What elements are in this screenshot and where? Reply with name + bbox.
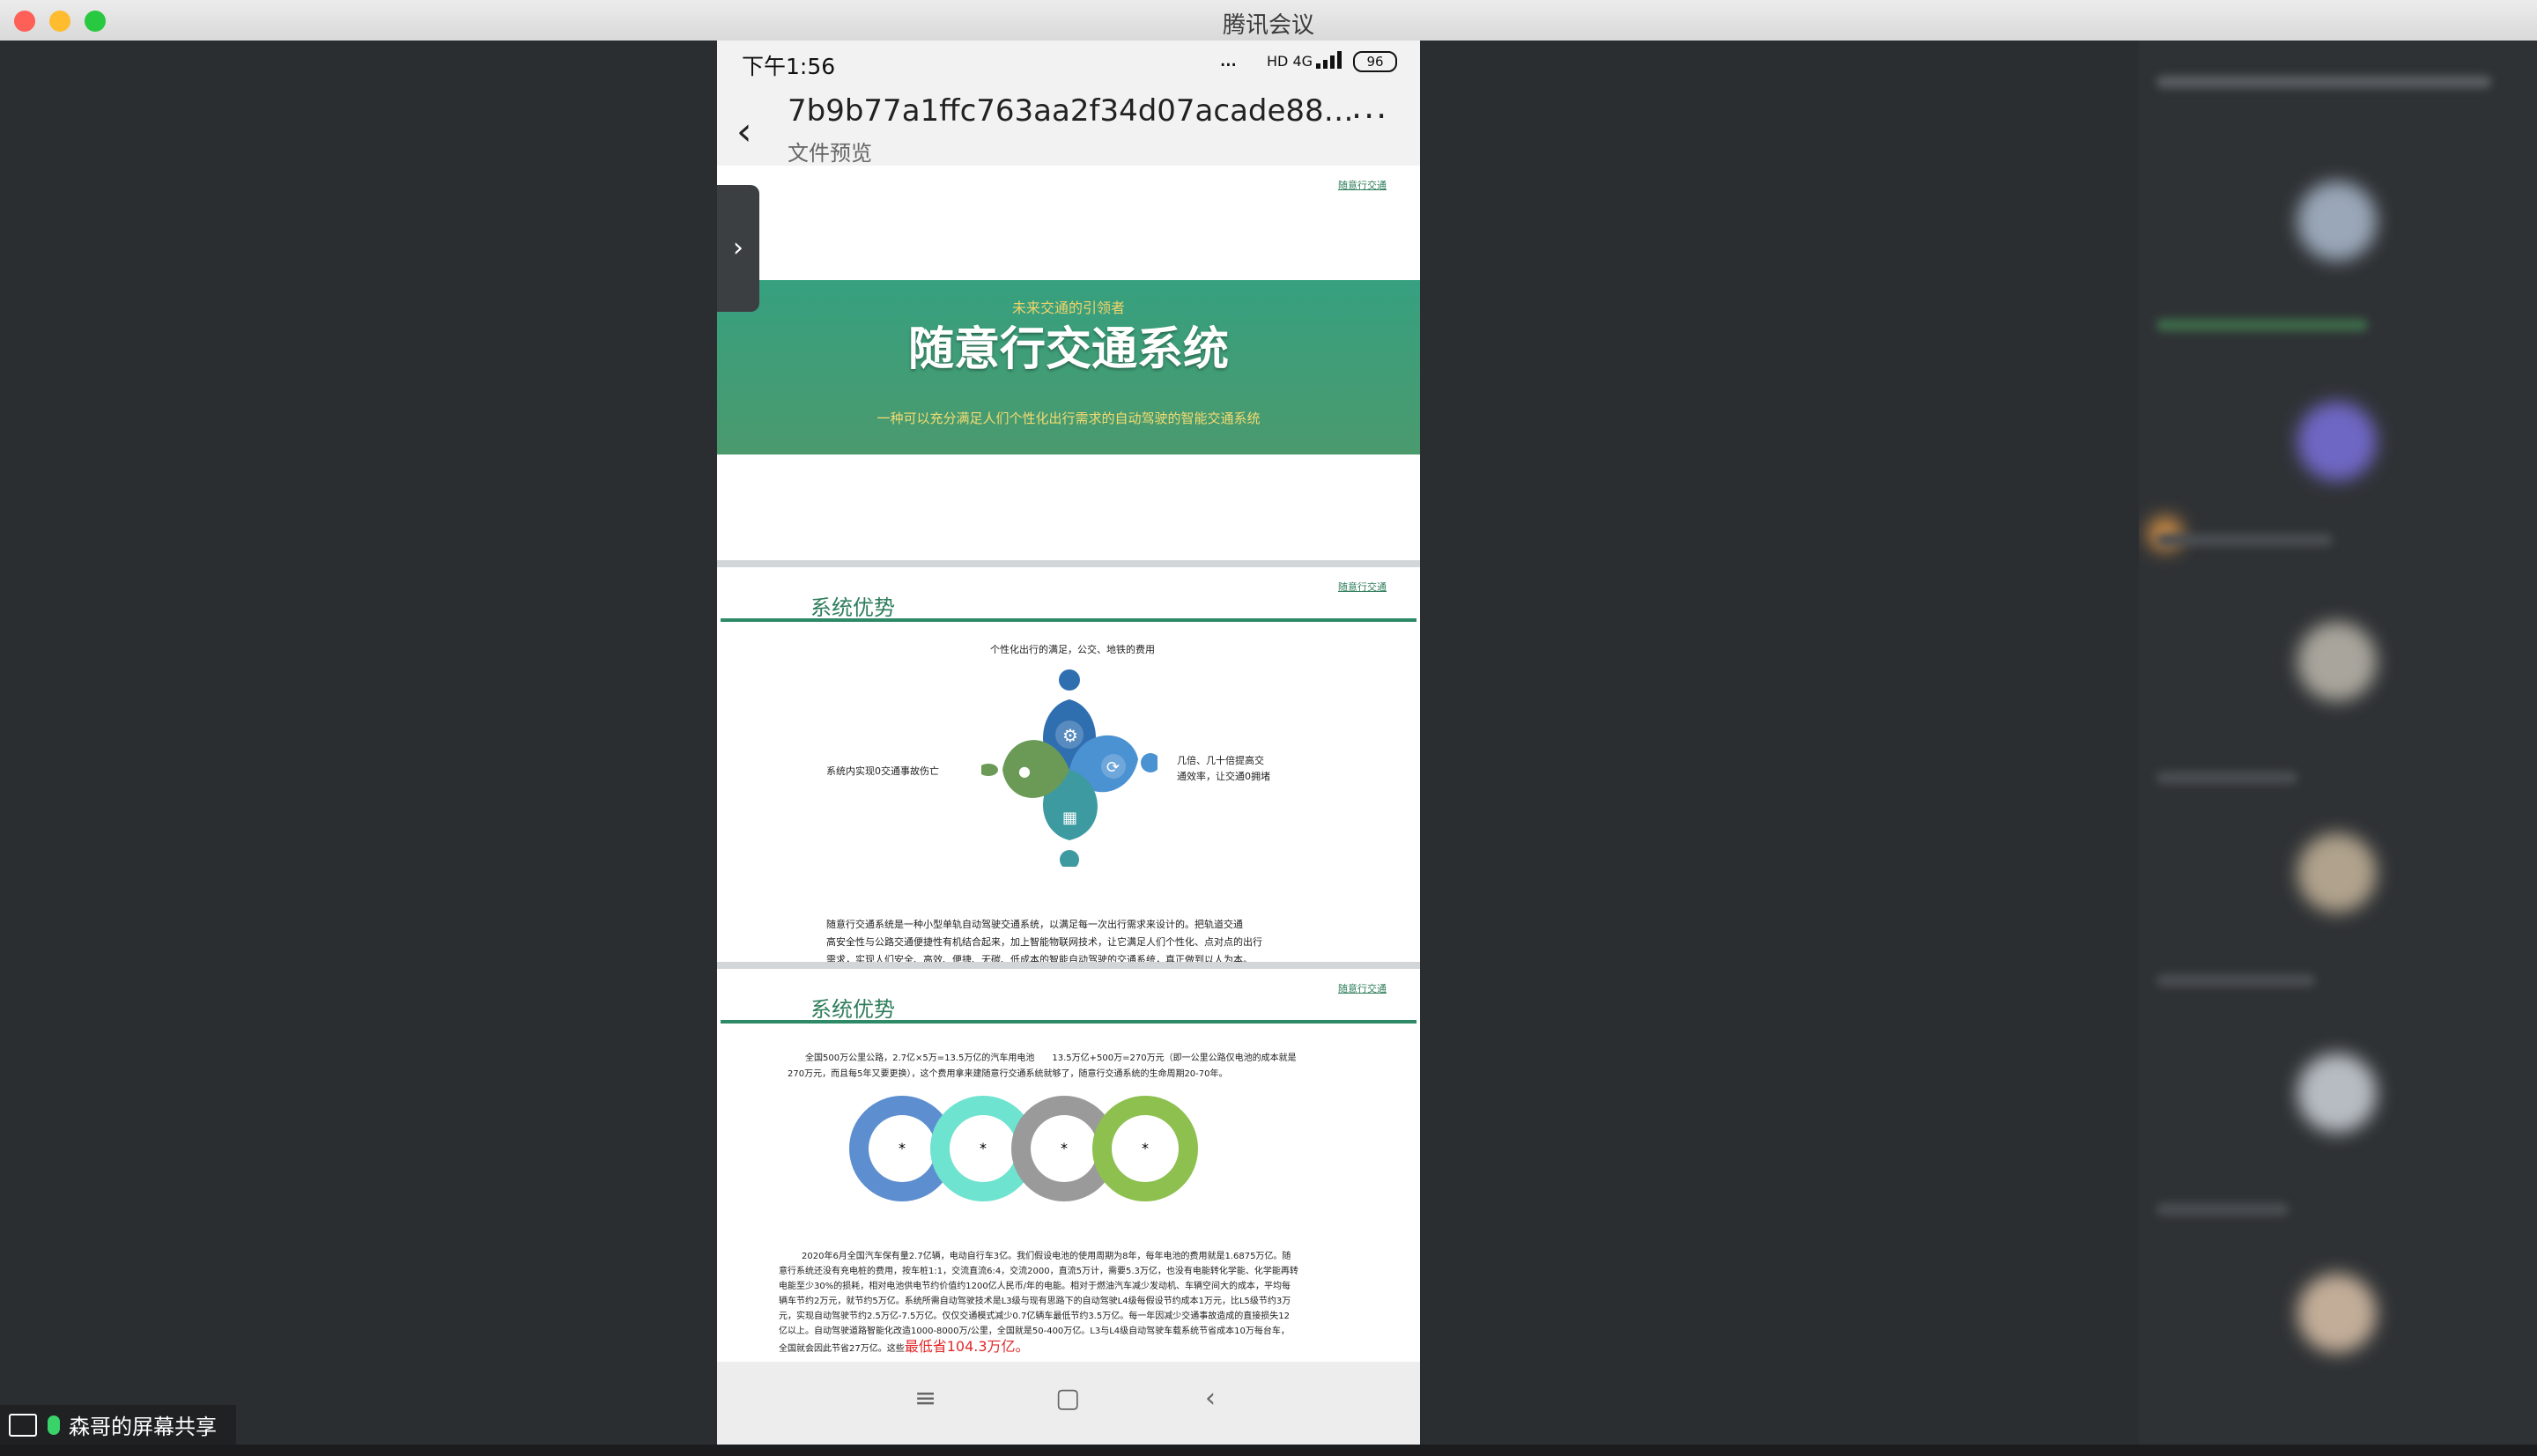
- slide-divider: [717, 962, 1420, 969]
- status-time: 下午1:56: [742, 54, 836, 79]
- participant-name: [2156, 974, 2315, 987]
- participant-name: [2156, 1203, 2289, 1216]
- avatar: [2297, 402, 2377, 481]
- window-titlebar: 腾讯会议: [0, 0, 2537, 41]
- phone-navigation-bar: ≡ ▢ ‹: [717, 1362, 1420, 1445]
- ring-2-label: *: [950, 1115, 1017, 1182]
- svg-text:⟳: ⟳: [1106, 758, 1120, 777]
- back-icon[interactable]: ‹: [736, 109, 752, 154]
- status-dots: ...: [1219, 46, 1238, 72]
- screen-share-indicator[interactable]: 森哥的屏幕共享: [0, 1405, 236, 1445]
- window-title: 腾讯会议: [1222, 12, 1314, 39]
- body-line-7-text: 全国就会因此节省27万亿。这些: [779, 1344, 905, 1354]
- ring-diagram: * * * *: [849, 1096, 1198, 1208]
- advantage-paragraph-line-2: 高安全性与公路交通便捷性有机结合起来，加上智能物联网技术，让它满足人们个性化、点…: [826, 936, 1262, 948]
- expand-panel-button[interactable]: ›: [717, 185, 759, 312]
- phone-status-bar: 下午1:56 ... HD 4G 96: [717, 41, 1420, 85]
- svg-text:⚙: ⚙: [1062, 725, 1078, 746]
- slide-tag: 随意行交通: [1338, 581, 1387, 593]
- shared-phone-screen: 下午1:56 ... HD 4G 96 ‹ 7b9b77a1ffc763aa2f…: [717, 41, 1420, 1445]
- slide-subtitle: 一种可以充分满足人们个性化出行需求的自动驾驶的智能交通系统: [876, 410, 1261, 426]
- body-line-6: 亿以上。自动驾驶道路智能化改造1000-8000万/公里，全国就是50-400万…: [779, 1327, 1290, 1336]
- file-preview-subtitle: 文件预览: [788, 141, 872, 166]
- slide-advantages-1: 随意行交通 系统优势 个性化出行的满足，公交、地铁的费用 系统内实现0交通事故伤…: [717, 567, 1420, 965]
- body-line-2: 意行系统还没有充电桩的费用，按车桩1:1，交流直流6:4，交流2000，直流5万…: [779, 1267, 1298, 1276]
- savings-highlight: 最低省104.3万亿。: [904, 1338, 1030, 1355]
- avatar: [2297, 622, 2377, 701]
- avatar: [2297, 181, 2377, 261]
- file-name: 7b9b77a1ffc763aa2f34d07acade88…: [788, 93, 1354, 129]
- panel-header: [2156, 76, 2491, 88]
- slide-heading: 系统优势: [810, 997, 895, 1022]
- avatar: [2297, 1053, 2377, 1133]
- slide-tag: 随意行交通: [1338, 983, 1387, 994]
- body-line-7: 全国就会因此节省27万亿。这些最低省104.3万亿。: [779, 1339, 1030, 1356]
- participants-panel[interactable]: [2139, 41, 2537, 1445]
- diagram-right-label-2: 通效率，让交通0拥堵: [1177, 771, 1270, 782]
- ring-1-label: *: [869, 1115, 936, 1182]
- body-line-5: 元，实现自动驾驶节约2.5万亿-7.5万亿。仅仅交通模式减少0.7亿辆车最低节约…: [779, 1312, 1290, 1321]
- participant-name: [2156, 534, 2333, 546]
- participant-name: [2156, 772, 2297, 784]
- body-line-3: 电能至少30%的损耗，相对电池供电节约价值约1200亿人民币/年的电能。相对于燃…: [779, 1282, 1291, 1291]
- svg-text:▦: ▦: [1062, 809, 1077, 827]
- ring-3-label: *: [1031, 1115, 1098, 1182]
- diagram-right-label-1: 几倍、几十倍提高交: [1177, 755, 1264, 766]
- heading-rule: [721, 1020, 1416, 1024]
- heading-rule: [721, 618, 1416, 622]
- back-nav-icon[interactable]: ‹: [1205, 1383, 1216, 1414]
- slide-heading: 系统优势: [810, 595, 895, 620]
- ring-4-label: *: [1112, 1115, 1179, 1182]
- avatar: [2297, 1274, 2377, 1353]
- slide-tag: 随意行交通: [1338, 180, 1387, 191]
- svg-text:●: ●: [1018, 763, 1031, 780]
- slide-title: 随意行交通 未来交通的引领者 随意行交通系统 一种可以充分满足人们个性化出行需求…: [717, 166, 1420, 560]
- intro-line-2: 270万元，而且每5年又要更换），这个费用拿来建随意行交通系统就够了，随意行交通…: [788, 1069, 1228, 1079]
- screen-share-label: 森哥的屏幕共享: [69, 1415, 217, 1439]
- microphone-icon: [48, 1415, 60, 1435]
- screen-share-icon: [9, 1413, 37, 1437]
- slide-advantages-2: 随意行交通 系统优势 全国500万公里公路，2.7亿×5万=13.5万亿的汽车用…: [717, 969, 1420, 1362]
- battery-icon: 96: [1353, 51, 1397, 72]
- participant-name: [2156, 319, 2368, 331]
- network-indicator: HD 4G: [1267, 53, 1313, 70]
- ring-4: *: [1092, 1096, 1198, 1201]
- signal-icon: [1316, 51, 1346, 69]
- slide-title-text: 随意行交通系统: [907, 323, 1229, 376]
- slide-divider: [717, 560, 1420, 567]
- avatar: [2297, 833, 2377, 913]
- body-line-4: 辆车节约2万元，就节约5万亿。系统所需自动驾驶技术是L3级与现有思路下的自动驾驶…: [779, 1297, 1291, 1306]
- intro-line-1: 全国500万公里公路，2.7亿×5万=13.5万亿的汽车用电池 13.5万亿+5…: [805, 1053, 1297, 1063]
- body-line-1: 2020年6月全国汽车保有量2.7亿辆，电动自行车3亿。我们假设电池的使用周期为…: [802, 1252, 1291, 1261]
- bottom-toolbar-strip: [0, 1445, 2537, 1456]
- title-banner: 未来交通的引领者 随意行交通系统 一种可以充分满足人们个性化出行需求的自动驾驶的…: [717, 280, 1420, 455]
- advantages-diagram: ⚙ ⟳ ▦ ●: [981, 669, 1158, 867]
- diagram-left-label: 系统内实现0交通事故伤亡: [826, 765, 939, 777]
- home-icon[interactable]: ▢: [1055, 1383, 1080, 1414]
- more-icon[interactable]: ···: [1351, 97, 1388, 136]
- menu-icon[interactable]: ≡: [914, 1383, 936, 1414]
- advantage-paragraph-line-1: 随意行交通系统是一种小型单轨自动驾驶交通系统，以满足每一次出行需求来设计的。把轨…: [826, 919, 1243, 930]
